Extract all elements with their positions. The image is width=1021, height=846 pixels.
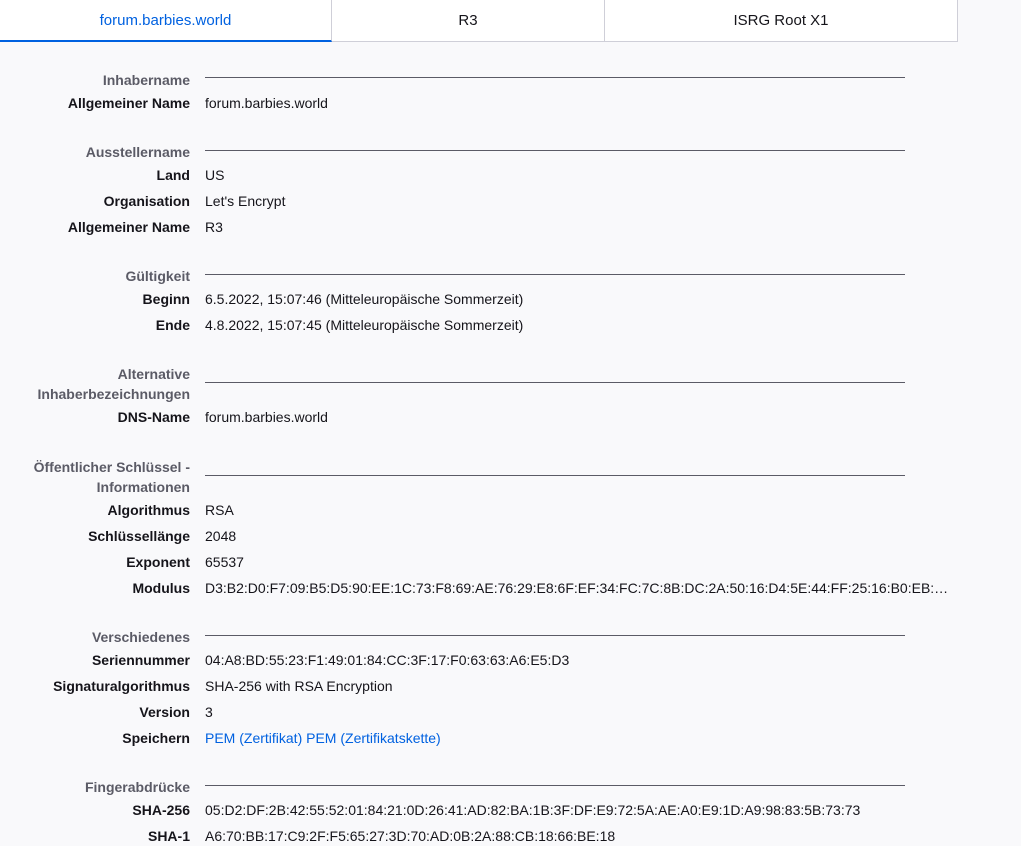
field-label: Organisation — [103, 193, 190, 209]
field-value: SHA-256 with RSA Encryption — [205, 678, 393, 694]
field-label: Speichern — [122, 730, 190, 746]
row-san-dns-name: DNS-Name forum.barbies.world — [0, 407, 1021, 427]
field-label: Ende — [155, 317, 190, 333]
row-issuer-organisation: Organisation Let's Encrypt — [0, 191, 1021, 211]
section-title-misc: Verschiedenes — [91, 629, 190, 645]
field-label: DNS-Name — [117, 409, 190, 425]
section-title-san-line1: Alternative — [117, 366, 190, 382]
field-value: Let's Encrypt — [205, 193, 286, 209]
tab-isrg-root-x1[interactable]: ISRG Root X1 — [605, 0, 958, 42]
row-public-key-algorithm: Algorithmus RSA — [0, 500, 1021, 520]
field-label: Exponent — [126, 554, 190, 570]
field-value: 6.5.2022, 15:07:46 (Mitteleuropäische So… — [205, 291, 524, 307]
section-divider — [205, 77, 905, 78]
row-validity-end: Ende 4.8.2022, 15:07:45 (Mitteleuropäisc… — [0, 315, 1021, 335]
field-value: 04:A8:BD:55:23:F1:49:01:84:CC:3F:17:F0:6… — [205, 652, 570, 668]
field-label: Allgemeiner Name — [67, 219, 190, 235]
field-label: Version — [139, 704, 190, 720]
field-value: forum.barbies.world — [205, 95, 328, 111]
field-label: Schlüssellänge — [88, 528, 190, 544]
tab-r3[interactable]: R3 — [332, 0, 605, 42]
section-divider — [205, 382, 905, 383]
field-value: 4.8.2022, 15:07:45 (Mitteleuropäische So… — [205, 317, 524, 333]
field-value: 65537 — [205, 554, 244, 570]
field-value: RSA — [205, 502, 234, 518]
field-value: 3 — [205, 704, 213, 720]
field-value: forum.barbies.world — [205, 409, 328, 425]
row-misc-download: Speichern PEM (Zertifikat) PEM (Zertifik… — [0, 728, 1021, 748]
field-value[interactable]: D3:B2:D0:F7:09:B5:D5:90:EE:1C:73:F8:69:A… — [205, 578, 955, 598]
field-value: 2048 — [205, 528, 237, 544]
certificate-tabs: forum.barbies.world R3 ISRG Root X1 — [0, 0, 958, 42]
section-divider — [205, 635, 905, 636]
section-title-san-line2: Inhaberbezeichnungen — [37, 386, 190, 402]
row-public-key-modulus: Modulus D3:B2:D0:F7:09:B5:D5:90:EE:1C:73… — [0, 578, 1021, 598]
row-misc-signature-algorithm: Signaturalgorithmus SHA-256 with RSA Enc… — [0, 676, 1021, 696]
section-title-validity: Gültigkeit — [125, 268, 190, 284]
field-label: Land — [156, 167, 190, 183]
field-label: Algorithmus — [107, 502, 190, 518]
field-value: US — [205, 167, 225, 183]
row-issuer-common-name: Allgemeiner Name R3 — [0, 217, 1021, 237]
row-issuer-country: Land US — [0, 165, 1021, 185]
row-public-key-size: Schlüssellänge 2048 — [0, 526, 1021, 546]
issuer-r3-link[interactable]: R3 — [205, 217, 955, 237]
section-title-public-key-line2: Informationen — [96, 479, 190, 495]
section-title-subject: Inhabername — [102, 72, 190, 88]
download-pem-cert-link[interactable]: PEM (Zertifikat) — [205, 730, 302, 746]
download-pem-chain-link[interactable]: PEM (Zertifikatskette) — [306, 730, 441, 746]
section-title-issuer: Ausstellername — [85, 144, 190, 160]
section-divider — [205, 150, 905, 151]
row-misc-version: Version 3 — [0, 702, 1021, 722]
section-divider — [205, 274, 905, 275]
field-label: SHA-256 — [132, 802, 190, 818]
field-label: Beginn — [142, 291, 190, 307]
field-label: Allgemeiner Name — [67, 95, 190, 111]
row-fingerprint-sha256: SHA-256 05:D2:DF:2B:42:55:52:01:84:21:0D… — [0, 800, 1021, 820]
row-public-key-exponent: Exponent 65537 — [0, 552, 1021, 572]
row-misc-serial: Seriennummer 04:A8:BD:55:23:F1:49:01:84:… — [0, 650, 1021, 670]
field-label: SHA-1 — [147, 828, 190, 844]
section-divider — [205, 785, 905, 786]
section-title-public-key-line1: Öffentlicher Schlüssel - — [33, 459, 190, 475]
field-label: Modulus — [132, 580, 190, 596]
section-divider — [205, 475, 905, 476]
row-validity-begin: Beginn 6.5.2022, 15:07:46 (Mitteleuropäi… — [0, 289, 1021, 309]
row-subject-common-name: Allgemeiner Name forum.barbies.world — [0, 93, 1021, 113]
field-value: 05:D2:DF:2B:42:55:52:01:84:21:0D:26:41:A… — [205, 802, 861, 818]
field-label: Signaturalgorithmus — [53, 678, 190, 694]
section-title-fingerprints: Fingerabdrücke — [84, 779, 190, 795]
field-value: A6:70:BB:17:C9:2F:F5:65:27:3D:70:AD:0B:2… — [205, 828, 616, 844]
row-fingerprint-sha1: SHA-1 A6:70:BB:17:C9:2F:F5:65:27:3D:70:A… — [0, 826, 1021, 846]
download-links: PEM (Zertifikat) PEM (Zertifikatskette) — [205, 728, 955, 748]
tab-forum-barbies-world[interactable]: forum.barbies.world — [0, 0, 332, 42]
field-label: Seriennummer — [91, 652, 190, 668]
